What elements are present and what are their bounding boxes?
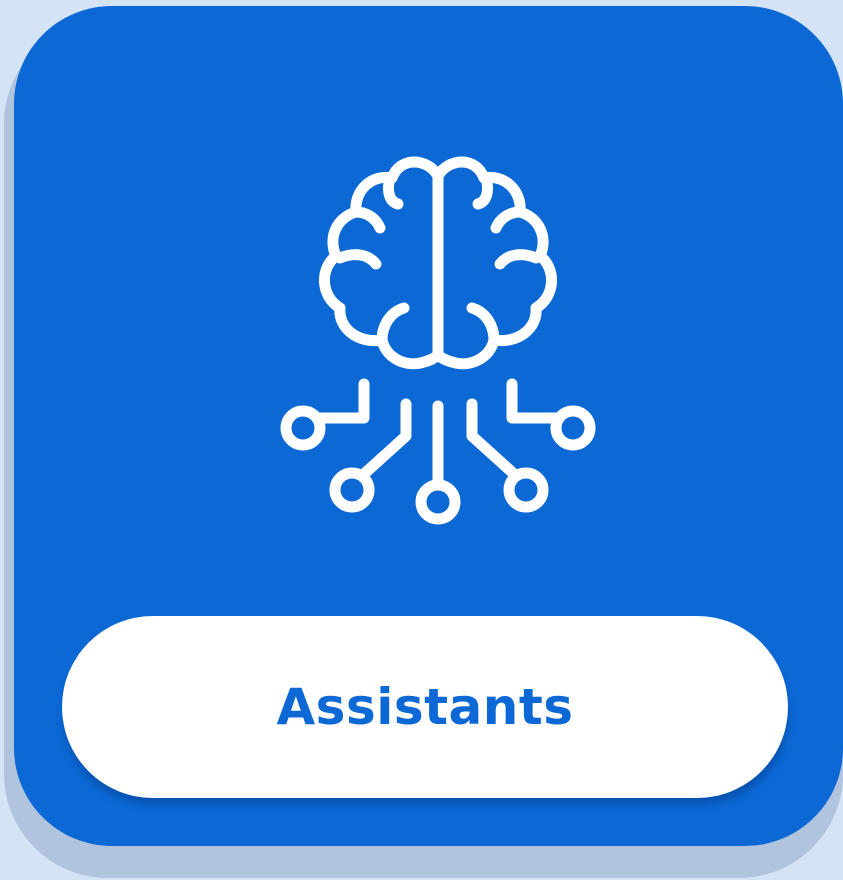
brain-circuit-icon: [280, 156, 596, 525]
assistants-label: Assistants: [276, 678, 574, 736]
assistants-button[interactable]: Assistants: [62, 616, 788, 798]
